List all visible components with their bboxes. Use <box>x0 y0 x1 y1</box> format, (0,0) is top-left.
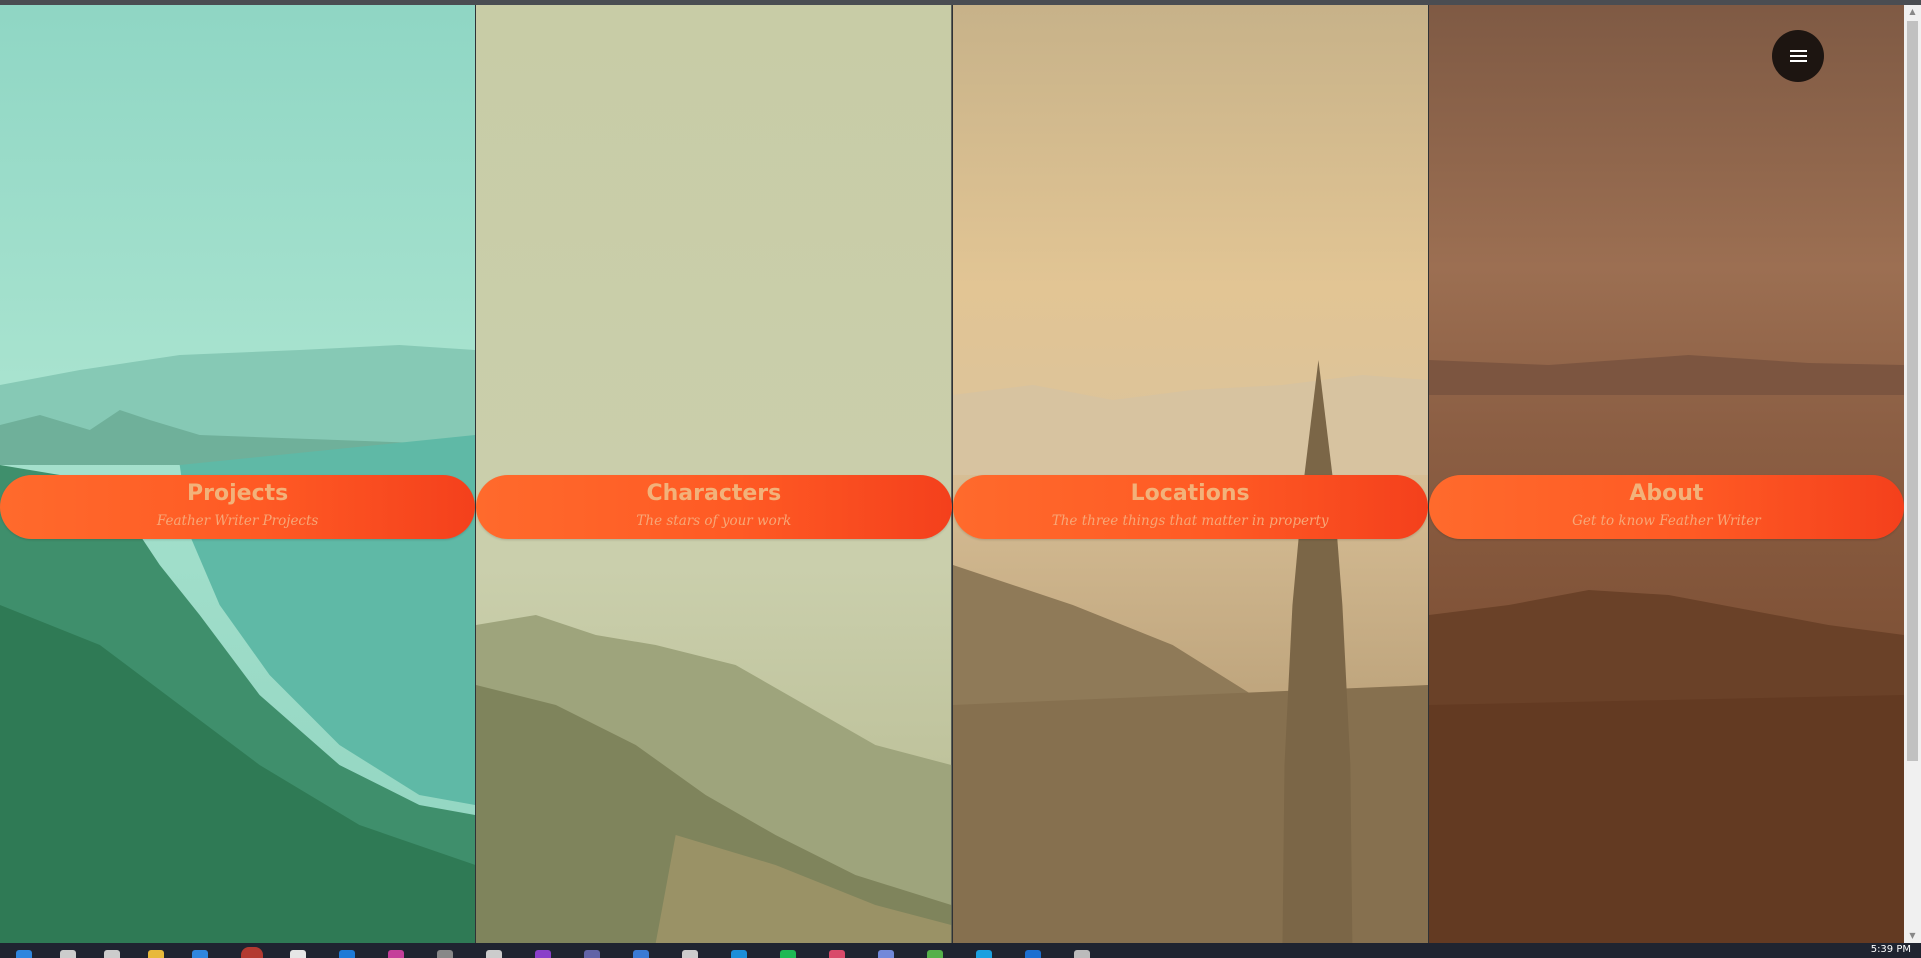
task-view-icon[interactable] <box>104 950 120 958</box>
lake-landscape-image <box>0 5 476 943</box>
about-banner[interactable]: About Get to know Feather Writer <box>1428 475 1904 539</box>
podcast-icon[interactable] <box>535 950 551 958</box>
spotify-icon[interactable] <box>780 950 796 958</box>
locations-title: Locations <box>1130 481 1250 506</box>
locations-banner[interactable]: Locations The three things that matter i… <box>952 475 1428 539</box>
characters-subtitle: The stars of your work <box>636 513 792 529</box>
store-icon[interactable] <box>192 950 208 958</box>
app-icon[interactable] <box>829 950 845 958</box>
search-icon[interactable] <box>60 950 76 958</box>
app-icon[interactable] <box>927 950 943 958</box>
app-icon[interactable] <box>1074 950 1090 958</box>
file-explorer-icon[interactable] <box>148 950 164 958</box>
locations-panel[interactable]: Locations The three things that matter i… <box>952 5 1429 943</box>
sunset-hills-image <box>1428 5 1904 943</box>
app-icon[interactable] <box>633 950 649 958</box>
outlook-icon[interactable] <box>731 950 747 958</box>
start-icon[interactable] <box>16 950 32 958</box>
characters-title: Characters <box>646 481 782 506</box>
photoshop-icon[interactable] <box>388 950 404 958</box>
mail-icon[interactable] <box>290 950 306 958</box>
about-title: About <box>1629 481 1704 506</box>
scroll-up-icon[interactable]: ▲ <box>1904 5 1921 19</box>
discord-icon[interactable] <box>878 950 894 958</box>
category-panels: Projects Feather Writer Projects Charact… <box>0 5 1904 943</box>
menu-button[interactable] <box>1772 30 1824 82</box>
projects-panel[interactable]: Projects Feather Writer Projects <box>0 5 477 943</box>
mountain-pine-image <box>952 5 1428 943</box>
foggy-forest-image <box>476 5 952 943</box>
taskbar: 5:39 PM <box>0 943 1921 958</box>
vscode-icon[interactable] <box>339 950 355 958</box>
characters-banner[interactable]: Characters The stars of your work <box>476 475 952 539</box>
characters-panel[interactable]: Characters The stars of your work <box>476 5 953 943</box>
taskbar-clock: 5:39 PM <box>1870 944 1911 955</box>
skype-icon[interactable] <box>976 950 992 958</box>
chrome-icon[interactable] <box>241 947 263 958</box>
app-icon[interactable] <box>682 950 698 958</box>
projects-subtitle: Feather Writer Projects <box>156 513 319 529</box>
about-subtitle: Get to know Feather Writer <box>1572 513 1761 529</box>
about-panel[interactable]: About Get to know Feather Writer <box>1428 5 1904 943</box>
app-icon[interactable] <box>1025 950 1041 958</box>
app-icon[interactable] <box>437 950 453 958</box>
locations-subtitle: The three things that matter in property <box>1051 513 1329 529</box>
teams-icon[interactable] <box>584 950 600 958</box>
scroll-down-icon[interactable]: ▼ <box>1904 929 1921 943</box>
scrollbar-thumb[interactable] <box>1907 21 1918 761</box>
projects-banner[interactable]: Projects Feather Writer Projects <box>0 475 476 539</box>
projects-title: Projects <box>187 481 289 506</box>
hamburger-menu-icon <box>1789 49 1807 63</box>
app-icon[interactable] <box>486 950 502 958</box>
vertical-scrollbar[interactable]: ▲ ▼ <box>1904 5 1921 943</box>
